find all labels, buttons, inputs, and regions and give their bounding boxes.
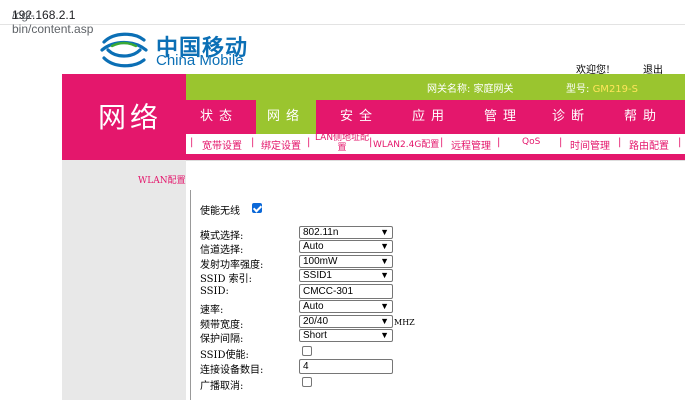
tab-security[interactable]: 安全 xyxy=(326,100,392,134)
guard-interval-label: 保护间隔: xyxy=(200,334,244,345)
section-title: 网络 xyxy=(98,101,163,134)
tx-power-select[interactable]: 100mW ▼ xyxy=(299,255,393,268)
tab-management[interactable]: 管理 xyxy=(470,100,536,134)
max-clients-label: 连接设备数目: xyxy=(200,365,264,376)
subtab-routing[interactable]: 路由配置 xyxy=(629,137,669,152)
tab-application[interactable]: 应用 xyxy=(398,100,464,134)
enable-wireless-label: 使能无线 xyxy=(200,206,240,217)
channel-label: 信道选择: xyxy=(200,245,244,256)
model-value: GM219-S xyxy=(592,84,638,95)
subtab-binding[interactable]: 绑定设置 xyxy=(261,137,301,152)
tx-power-label: 发射功率强度: xyxy=(200,260,264,271)
ssid-enable-checkbox[interactable] xyxy=(302,346,312,356)
subtab-time[interactable]: 时间管理 xyxy=(570,137,610,152)
sidebar xyxy=(62,160,186,400)
ssid-index-select[interactable]: SSID1 ▼ xyxy=(299,269,393,282)
ssid-index-label: SSID 索引: xyxy=(200,274,253,285)
content-divider xyxy=(190,190,191,400)
address-bar[interactable]: 192.168.2.1/cgi-bin/content.asp xyxy=(0,0,685,36)
tab-status[interactable]: 状态 xyxy=(186,100,252,134)
ssid-label: SSID: xyxy=(200,286,229,297)
gateway-name: 网关名称: 家庭网关 xyxy=(427,84,514,95)
ssid-index-value: SSID1 xyxy=(303,270,332,281)
max-clients-input[interactable]: 4 xyxy=(299,359,393,374)
ssid-input[interactable]: CMCC-301 xyxy=(299,284,393,299)
rate-select[interactable]: Auto ▼ xyxy=(299,300,393,313)
channel-value: Auto xyxy=(303,241,324,252)
chevron-down-icon: ▼ xyxy=(380,316,389,326)
brand-name-en: China Mobile xyxy=(156,52,244,69)
tab-network[interactable]: 网络 xyxy=(256,100,316,134)
chevron-down-icon: ▼ xyxy=(380,301,389,311)
model-info: 型号: GM219-S xyxy=(566,80,638,95)
bandwidth-unit: MHZ xyxy=(394,318,415,327)
sidebar-item-wlan[interactable]: WLAN配置 xyxy=(138,173,186,186)
chevron-down-icon: ▼ xyxy=(380,330,389,340)
china-mobile-logo-icon xyxy=(100,32,148,68)
ssid-enable-label: SSID使能: xyxy=(200,350,249,361)
chevron-down-icon: ▼ xyxy=(380,241,389,251)
enable-wireless-checkbox[interactable] xyxy=(252,203,262,213)
mode-value: 802.11n xyxy=(303,227,339,238)
broadcast-cancel-label: 广播取消: xyxy=(200,381,244,392)
subtab-lan-address[interactable]: LAN侧地址配置 xyxy=(312,133,372,153)
url-path: /cgi-bin/content.asp xyxy=(12,8,94,36)
mode-select[interactable]: 802.11n ▼ xyxy=(299,226,393,239)
guard-interval-value: Short xyxy=(303,330,327,341)
chevron-down-icon: ▼ xyxy=(380,227,389,237)
chevron-down-icon: ▼ xyxy=(380,256,389,266)
subtab-broadband[interactable]: 宽带设置 xyxy=(202,137,242,152)
subtab-remote[interactable]: 远程管理 xyxy=(451,137,491,152)
bandwidth-select[interactable]: 20/40 ▼ xyxy=(299,315,393,328)
model-label: 型号: xyxy=(566,84,593,95)
tx-power-value: 100mW xyxy=(303,256,338,267)
bandwidth-label: 频带宽度: xyxy=(200,320,244,331)
mode-label: 模式选择: xyxy=(200,231,244,242)
tab-diagnostics[interactable]: 诊断 xyxy=(538,100,604,134)
subtab-qos[interactable]: QoS xyxy=(522,137,540,147)
china-mobile-logo: 中国移动 China Mobile xyxy=(98,28,268,72)
tab-help[interactable]: 帮助 xyxy=(610,100,676,134)
broadcast-cancel-checkbox[interactable] xyxy=(302,377,312,387)
chevron-down-icon: ▼ xyxy=(380,270,389,280)
guard-interval-select[interactable]: Short ▼ xyxy=(299,329,393,342)
subtab-wlan[interactable]: WLAN2.4G配置 xyxy=(373,137,439,150)
rate-value: Auto xyxy=(303,301,324,312)
bandwidth-value: 20/40 xyxy=(303,316,329,327)
channel-select[interactable]: Auto ▼ xyxy=(299,240,393,253)
rate-label: 速率: xyxy=(200,305,224,316)
